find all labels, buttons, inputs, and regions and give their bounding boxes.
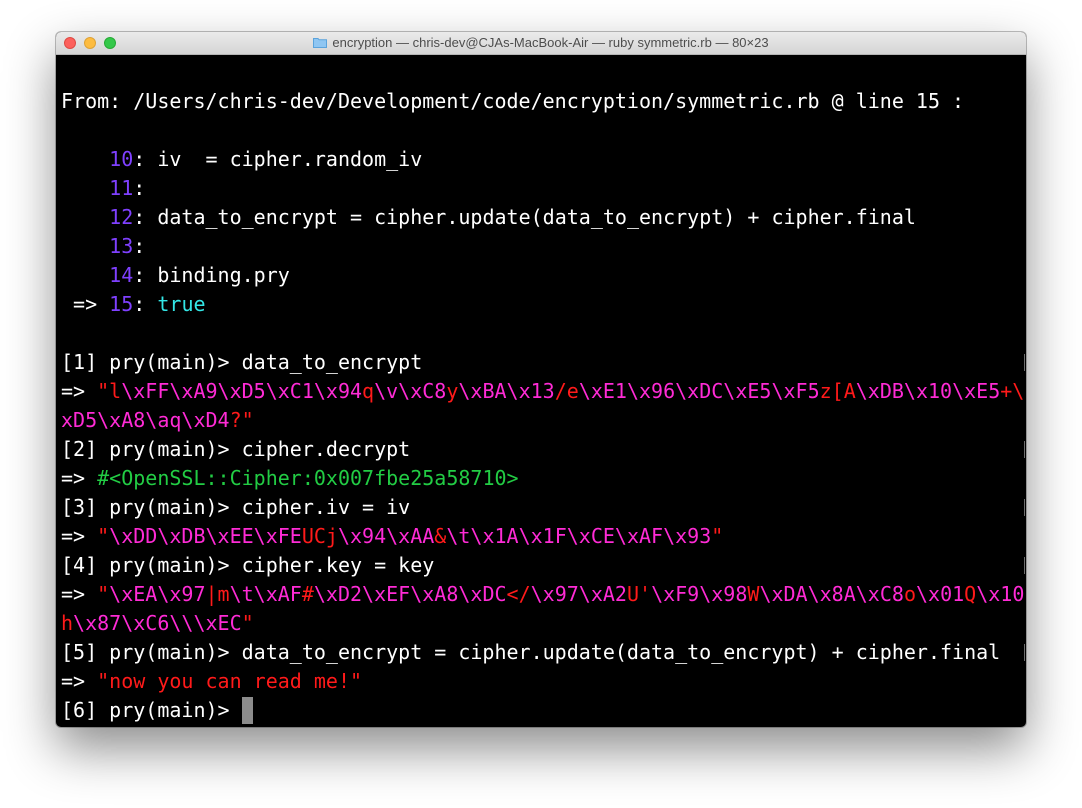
result-arrow: => bbox=[61, 379, 98, 403]
code-separator: : bbox=[133, 292, 158, 316]
result-line: => "\xDD\xDB\xEE\xFEUCj\x94\xAA&\t\x1A\x… bbox=[61, 524, 724, 548]
code-text: : iv = cipher.random_iv bbox=[133, 147, 423, 171]
prompt-line: [2] pry(main)> cipher.decrypt bbox=[61, 437, 411, 461]
result-arrow: => bbox=[61, 582, 98, 606]
window-title: encryption — chris-dev@CJAs-MacBook-Air … bbox=[332, 35, 769, 50]
code-text: : data_to_encrypt = cipher.update(data_t… bbox=[133, 205, 916, 229]
code-line: 11: bbox=[61, 174, 145, 203]
line-number: 11 bbox=[109, 176, 134, 200]
line-number: 14 bbox=[109, 263, 134, 287]
result-line: => "now you can read me!" bbox=[61, 669, 363, 693]
prompt-line: [1] pry(main)> data_to_encrypt bbox=[61, 350, 423, 374]
window-title-container: encryption — chris-dev@CJAs-MacBook-Air … bbox=[56, 32, 1026, 54]
prompt-line: [4] pry(main)> cipher.key = key bbox=[61, 553, 435, 577]
result-line: => "l\xFF\xA9\xD5\xC1\x94q\v\xC8y\xBA\x1… bbox=[61, 379, 1025, 403]
folder-icon bbox=[313, 38, 328, 48]
text-cursor[interactable] bbox=[241, 697, 253, 724]
result-arrow: => bbox=[61, 524, 98, 548]
result-line: xD5\xA8\aq\xD4?" bbox=[61, 408, 254, 432]
code-line: 13: bbox=[61, 232, 145, 261]
prompt: [6] pry(main)> bbox=[61, 698, 242, 722]
prompt-line: [3] pry(main)> cipher.iv = iv bbox=[61, 495, 411, 519]
result-line: h\x87\xC6\\\xEC" bbox=[61, 611, 254, 635]
line-marker bbox=[1024, 644, 1025, 661]
result-arrow: => bbox=[61, 466, 98, 490]
result-line: => "\xEA\x97|m\t\xAF#\xD2\xEF\xA8\xDC</\… bbox=[61, 582, 1025, 606]
current-line-arrow: => bbox=[61, 292, 110, 316]
source-location-line: From: /Users/chris-dev/Development/code/… bbox=[61, 89, 965, 113]
code-text: : bbox=[133, 176, 146, 200]
line-marker bbox=[1024, 557, 1025, 574]
result-line: => #<OpenSSL::Cipher:0x007fbe25a58710> bbox=[61, 466, 519, 490]
prompt-line: [5] pry(main)> data_to_encrypt = cipher.… bbox=[61, 640, 1001, 664]
title-bar[interactable]: encryption — chris-dev@CJAs-MacBook-Air … bbox=[56, 32, 1026, 55]
result-arrow: => bbox=[61, 669, 98, 693]
code-text: : binding.pry bbox=[133, 263, 290, 287]
terminal-window: encryption — chris-dev@CJAs-MacBook-Air … bbox=[56, 32, 1026, 727]
line-number: 13 bbox=[109, 234, 134, 258]
code-line: 10: iv = cipher.random_iv bbox=[61, 145, 422, 174]
active-prompt-line[interactable]: [6] pry(main)> bbox=[61, 696, 253, 725]
line-number: 15 bbox=[109, 292, 134, 316]
terminal-output[interactable]: From: /Users/chris-dev/Development/code/… bbox=[61, 55, 1026, 727]
line-number: 10 bbox=[109, 147, 134, 171]
line-number: 12 bbox=[109, 205, 134, 229]
current-code-line: => 15: true bbox=[61, 290, 206, 319]
code-line: 14: binding.pry bbox=[61, 261, 290, 290]
line-marker bbox=[1024, 441, 1025, 458]
code-text: : bbox=[133, 234, 146, 258]
line-marker bbox=[1024, 354, 1025, 371]
code-line: 12: data_to_encrypt = cipher.update(data… bbox=[61, 203, 916, 232]
code-text: true bbox=[157, 292, 206, 316]
line-marker bbox=[1024, 499, 1025, 516]
